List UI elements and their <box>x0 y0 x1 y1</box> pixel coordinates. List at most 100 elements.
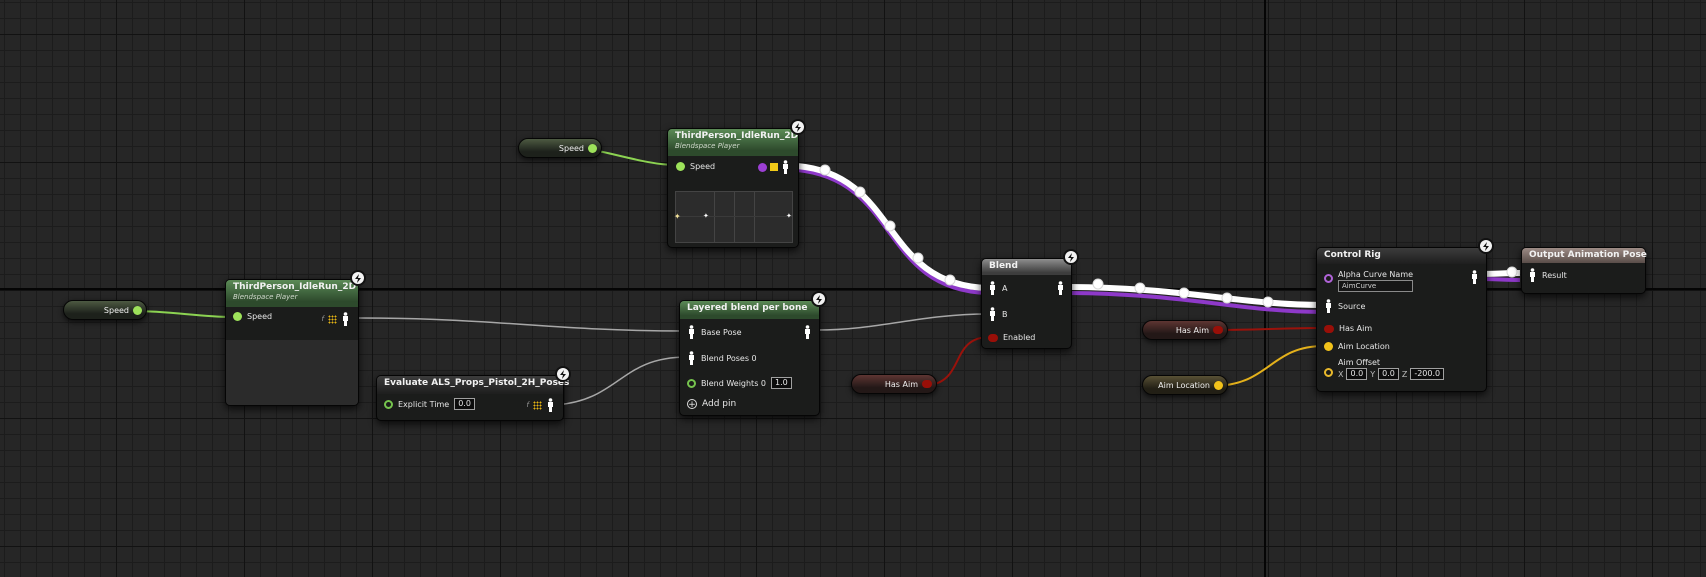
lightning-icon <box>811 291 827 307</box>
lightning-icon <box>1063 249 1079 265</box>
wire-speed-to-blendspace-left <box>133 310 233 318</box>
pin-label: Source <box>1338 301 1366 311</box>
pose-output-pin[interactable] <box>803 325 812 339</box>
node-header: Blend <box>982 259 1071 275</box>
blendspace-player-node-top[interactable]: ThirdPerson_IdleRun_2D Blendspace Player… <box>667 119 806 248</box>
aim-offset-z-input[interactable]: -200.0 <box>1410 368 1445 380</box>
pose-icon <box>803 325 812 339</box>
lightning-icon <box>555 366 571 382</box>
add-pin-label: Add pin <box>702 399 737 409</box>
variable-label: Speed <box>103 305 129 315</box>
variable-label: Has Aim <box>884 379 918 389</box>
float-pin-icon[interactable] <box>133 305 142 315</box>
aim-offset-pin[interactable]: Aim Offset X 0.0 Y 0.0 Z -200.0 <box>1324 358 1445 380</box>
aim-offset-y-input[interactable]: 0.0 <box>1378 368 1399 380</box>
control-rig-node[interactable]: Control Rig Alpha Curve Name AimCurve So… <box>1316 238 1494 392</box>
evaluate-pose-node[interactable]: Evaluate ALS_Props_Pistol_2H_Poses Expli… <box>376 366 571 421</box>
float-pin-icon[interactable] <box>588 143 597 153</box>
speed-input-pin[interactable]: Speed <box>676 162 715 171</box>
wire-layered-to-blend-b <box>816 313 989 331</box>
add-pin-button[interactable]: + Add pin <box>687 399 737 410</box>
wire-blendspace-left-to-base-pose <box>356 317 688 332</box>
variable-label: Has Aim <box>1175 325 1209 335</box>
node-header: ThirdPerson_IdleRun_2D Blendspace Player <box>668 129 798 156</box>
variable-label: Aim Location <box>1158 380 1210 390</box>
pose-output-pin[interactable]: f <box>322 312 350 326</box>
function-icon: f <box>526 401 529 409</box>
result-pin[interactable]: Result <box>1528 268 1567 282</box>
has-aim-pin[interactable]: Has Aim <box>1324 324 1372 333</box>
node-subtitle: Blendspace Player <box>675 142 740 150</box>
grid-icon <box>533 400 542 410</box>
node-title: Output Animation Pose <box>1529 250 1647 260</box>
y-label: Y <box>1370 369 1376 379</box>
pose-icon <box>1528 268 1537 282</box>
pin-label: Explicit Time <box>398 399 450 409</box>
bool-pin-icon[interactable] <box>922 380 932 388</box>
output-animation-pose-node[interactable]: Output Animation Pose Result <box>1521 247 1647 294</box>
wire-speed-to-blendspace-top <box>588 148 677 166</box>
lightning-icon <box>790 119 806 135</box>
speed-variable-top[interactable]: Speed <box>518 138 602 158</box>
has-aim-variable-left[interactable]: Has Aim <box>851 374 937 394</box>
pose-output-pin[interactable] <box>758 160 790 174</box>
blend-weights-input[interactable]: 1.0 <box>771 377 792 389</box>
pose-icon <box>1056 281 1065 295</box>
speed-variable-left[interactable]: Speed <box>63 300 147 320</box>
variable-label: Speed <box>558 143 584 153</box>
pin-label: Enabled <box>1003 333 1036 342</box>
pin-label: Result <box>1542 270 1567 280</box>
wire-evaluate-to-blend-poses <box>555 356 688 406</box>
base-pose-pin[interactable]: Base Pose <box>687 325 742 339</box>
pin-label: Speed <box>690 162 716 171</box>
node-header: Layered blend per bone <box>680 301 819 319</box>
pin-label: Aim Offset <box>1338 358 1381 367</box>
aim-location-pin[interactable]: Aim Location <box>1324 342 1390 351</box>
source-pin[interactable]: Source <box>1324 299 1365 313</box>
pin-label: B <box>1002 309 1008 319</box>
blendspace-player-node-left[interactable]: ThirdPerson_IdleRun_2D Blendspace Player… <box>225 270 366 406</box>
speed-input-pin[interactable]: Speed <box>233 312 272 321</box>
lightning-icon <box>1478 238 1494 254</box>
bool-pin-icon <box>1324 324 1334 333</box>
pose-output-pin[interactable]: f <box>527 398 555 412</box>
vector-pin-icon <box>1324 368 1333 377</box>
pin-label: Has Aim <box>1339 324 1373 333</box>
pin-label: A <box>1002 283 1008 293</box>
vector-pin-icon[interactable] <box>1214 380 1223 390</box>
pose-output-pin[interactable] <box>1056 281 1065 295</box>
pose-icon <box>781 160 790 174</box>
lightning-icon <box>350 270 366 286</box>
function-icon: f <box>321 315 324 323</box>
sample-point-icon: ✦ <box>703 212 709 220</box>
bool-pin-icon[interactable] <box>1213 326 1223 334</box>
grid-icon <box>328 314 337 324</box>
aim-location-variable[interactable]: Aim Location <box>1142 375 1228 395</box>
bool-pin-icon <box>988 333 998 342</box>
blend-node[interactable]: Blend A B Enabled <box>981 249 1079 349</box>
has-aim-variable-right[interactable]: Has Aim <box>1142 320 1228 340</box>
pose-icon <box>546 398 555 412</box>
aim-offset-x-input[interactable]: 0.0 <box>1346 368 1368 380</box>
pose-output-pin[interactable] <box>1470 270 1479 284</box>
vector-pin-icon <box>1324 342 1333 351</box>
wire-has-aim-to-control-rig <box>1213 327 1325 331</box>
bind-icon <box>770 163 778 171</box>
asset-icon <box>758 162 767 172</box>
pin-label: Base Pose <box>701 327 742 337</box>
pose-icon <box>687 351 696 365</box>
b-pose-pin[interactable]: B <box>988 307 1008 321</box>
explicit-time-input[interactable]: 0.0 <box>454 398 475 410</box>
pose-icon <box>341 312 350 326</box>
blendspace-preview[interactable]: ✦ ✦ ✦ <box>674 191 793 243</box>
a-pose-pin[interactable]: A <box>988 281 1007 295</box>
alpha-curve-input[interactable]: AimCurve <box>1338 280 1414 292</box>
layered-blend-node[interactable]: Layered blend per bone Base Pose Blend P… <box>679 291 827 416</box>
blend-poses-pin[interactable]: Blend Poses 0 <box>687 351 757 365</box>
enabled-pin[interactable]: Enabled <box>988 333 1035 342</box>
pin-label: Alpha Curve Name <box>1338 270 1414 279</box>
blend-weights-pin[interactable]: Blend Weights 0 1.0 <box>687 377 792 389</box>
pose-icon <box>988 281 997 295</box>
alpha-curve-name-pin[interactable]: Alpha Curve Name AimCurve <box>1324 270 1414 292</box>
explicit-time-pin[interactable]: Explicit Time 0.0 <box>384 398 475 410</box>
